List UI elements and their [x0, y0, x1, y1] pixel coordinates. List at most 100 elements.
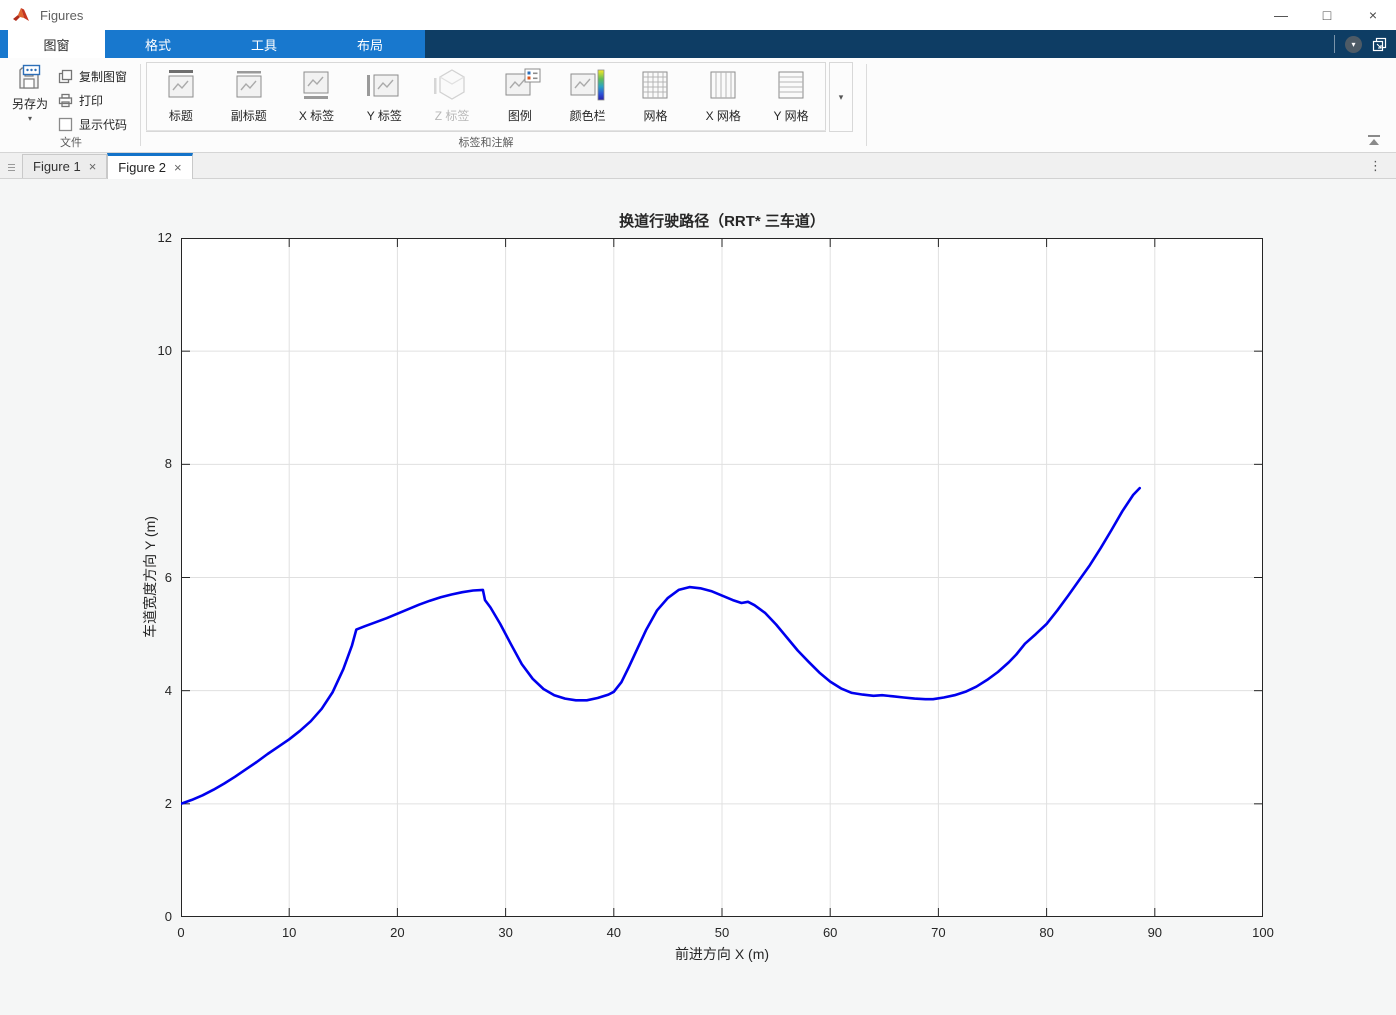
undock-window-icon[interactable] [1372, 36, 1388, 52]
figure-tab-bar: Figure 1 × Figure 2 × ⋮ [0, 153, 1396, 179]
gallery-item-label: 副标题 [230, 109, 267, 123]
tab-figure-2[interactable]: Figure 2 × [107, 153, 193, 179]
x-tick-label: 80 [1039, 925, 1054, 940]
legend-icon [505, 68, 541, 96]
print-icon [58, 93, 73, 107]
gallery-item-label: Y 网格 [773, 109, 809, 123]
gallery-item-label: 图例 [507, 109, 532, 123]
figures-window: Figures — □ × 图窗 格式 工具 布局 ▾ 另存为 ▾ 复制图窗 打… [0, 0, 1396, 1015]
annotation-group: 标题 副标题 X 标签 Y 标签 Z 标签 图例 颜色栏 网格 X 网格 Y 网… [146, 62, 862, 150]
annotation-group-label: 标签和注解 [146, 130, 826, 150]
save-as-button[interactable]: 另存为 ▾ [8, 64, 52, 136]
gallery-item-legend[interactable]: 图例 [486, 63, 554, 131]
save-as-caret-icon: ▾ [27, 114, 32, 123]
file-group-label: 文件 [60, 137, 82, 149]
title-icon [168, 70, 194, 98]
gallery-item-title[interactable]: 标题 [147, 63, 215, 131]
chart-title: 换道行驶路径（RRT* 三车道） [619, 213, 825, 230]
gallery-item-label: 颜色栏 [569, 109, 606, 123]
gallery-item-colorbar[interactable]: 颜色栏 [554, 63, 622, 131]
x-tick-label: 0 [177, 925, 185, 940]
gallery-item-ylabel[interactable]: Y 标签 [350, 63, 418, 131]
y-label-icon [367, 74, 399, 97]
x-tick-label: 20 [390, 925, 405, 940]
grid-icon [642, 71, 668, 99]
ribbon-tab-row: 图窗 格式 工具 布局 ▾ [0, 30, 1396, 58]
save-as-label: 另存为 [11, 97, 48, 111]
x-tick-label: 60 [822, 925, 838, 940]
ribbon-tab-layout[interactable]: 布局 [317, 30, 423, 58]
gallery-item-subtitle[interactable]: 副标题 [215, 63, 283, 131]
header-separator [1334, 35, 1335, 53]
ribbon-tab-figure[interactable]: 图窗 [8, 30, 105, 58]
colorbar-icon [570, 69, 605, 101]
gallery-item-label: 标题 [168, 109, 193, 123]
print-button[interactable]: 打印 [58, 90, 127, 110]
x-grid-icon [710, 71, 736, 99]
y-tick-label: 2 [164, 795, 172, 811]
tab-overflow-menu-icon[interactable]: ⋮ [1369, 158, 1382, 174]
ribbon-tab-tools[interactable]: 工具 [211, 30, 317, 58]
z-label-icon [434, 69, 465, 100]
tab-figure-2-label: Figure 2 [118, 160, 166, 175]
gallery-item-ygrid[interactable]: Y 网格 [757, 63, 825, 131]
y-tick-label: 10 [157, 343, 172, 359]
subtitle-icon [236, 71, 262, 98]
plot-axes[interactable] [181, 238, 1263, 917]
tabbar-drag-handle-icon[interactable] [0, 156, 22, 178]
copy-icon [58, 69, 73, 83]
y-axis-label: 车道宽度方向 Y (m) [142, 516, 158, 638]
gallery-item-xgrid[interactable]: X 网格 [689, 63, 757, 131]
checkbox-unchecked-icon [58, 117, 73, 131]
x-label-icon [303, 71, 329, 99]
app-title: Figures [40, 7, 84, 23]
close-button[interactable]: × [1350, 0, 1396, 30]
gallery-item-zlabel: Z 标签 [418, 63, 486, 131]
gallery-item-label: 网格 [643, 109, 668, 123]
figure-canvas: 换道行驶路径（RRT* 三车道） 0 10 20 30 40 50 60 70 80 90 100 0… [0, 179, 1396, 1015]
ribbon-toolbar: 另存为 ▾ 复制图窗 打印 显示代码 文件 标题 副标题 X 标签 Y 标签 Z… [0, 58, 1396, 153]
x-tick-label: 30 [498, 925, 513, 940]
x-tick-label: 10 [281, 925, 297, 940]
x-tick-label: 70 [931, 925, 946, 940]
ribbon-tab-format[interactable]: 格式 [105, 30, 211, 58]
show-code-label: 显示代码 [79, 117, 128, 132]
gallery-item-label: Z 标签 [434, 109, 470, 123]
matlab-logo-icon [13, 8, 29, 21]
tab-figure-2-close-icon[interactable]: × [174, 160, 182, 175]
tab-figure-1[interactable]: Figure 1 × [22, 154, 108, 178]
tab-figure-1-label: Figure 1 [33, 159, 81, 174]
annotation-gallery: 标题 副标题 X 标签 Y 标签 Z 标签 图例 颜色栏 网格 X 网格 Y 网… [146, 62, 826, 132]
x-axis-label: 前进方向 X (m) [674, 946, 770, 962]
y-tick-label: 8 [164, 456, 172, 472]
gallery-item-xlabel[interactable]: X 标签 [283, 63, 351, 131]
y-tick-label: 0 [164, 909, 172, 924]
print-label: 打印 [79, 93, 104, 108]
title-bar: Figures — □ × [0, 0, 1396, 30]
x-tick-label: 100 [1252, 925, 1274, 940]
maximize-button[interactable]: □ [1304, 0, 1350, 30]
gallery-item-label: X 标签 [298, 109, 335, 123]
file-group: 另存为 ▾ 复制图窗 打印 显示代码 文件 [6, 62, 136, 150]
show-code-checkbox[interactable]: 显示代码 [58, 114, 127, 134]
minimize-ribbon-icon[interactable]: ▾ [1345, 35, 1362, 53]
toolbar-separator [140, 64, 141, 146]
minimize-button[interactable]: — [1258, 0, 1304, 30]
x-tick-label: 50 [714, 925, 730, 940]
tab-figure-1-close-icon[interactable]: × [89, 159, 97, 174]
copy-figure-button[interactable]: 复制图窗 [58, 66, 127, 86]
toolbar-separator [866, 64, 867, 146]
save-icon [19, 64, 41, 89]
y-tick-label: 12 [157, 230, 172, 245]
y-tick-label: 4 [164, 682, 172, 698]
plot-area [181, 238, 1263, 917]
copy-figure-label: 复制图窗 [79, 69, 128, 84]
x-tick-label: 40 [606, 925, 622, 940]
gallery-item-grid[interactable]: 网格 [622, 63, 690, 131]
x-tick-label: 90 [1147, 925, 1163, 940]
collapse-ribbon-icon[interactable] [1366, 134, 1382, 146]
y-grid-icon [778, 71, 804, 99]
gallery-item-label: X 网格 [705, 109, 741, 123]
gallery-item-label: Y 标签 [366, 109, 402, 123]
gallery-expand-button[interactable]: ▾ [829, 62, 853, 132]
